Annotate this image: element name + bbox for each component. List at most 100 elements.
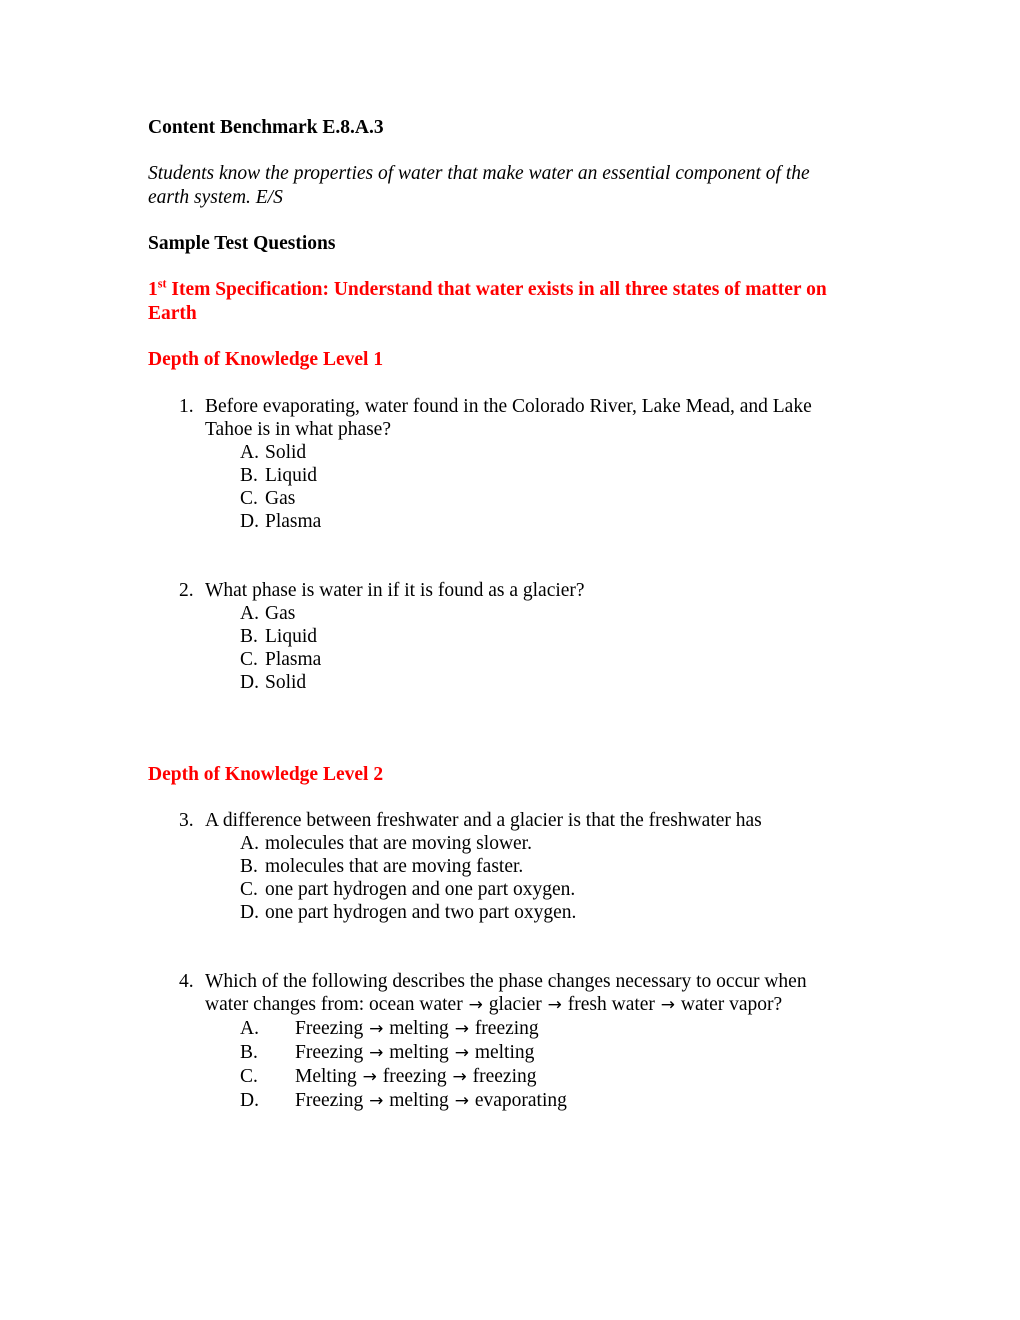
question-1-option-c[interactable]: C. Gas (148, 487, 850, 510)
option-text: Melting → freezing → freezing (295, 1066, 537, 1087)
option-step-2: freezing (377, 1066, 452, 1087)
question-4-option-d[interactable]: D. Freezing → melting → evaporating (148, 1089, 850, 1113)
option-letter: D. (240, 902, 259, 923)
option-step-3: evaporating (469, 1090, 567, 1111)
option-step-1: Freezing (295, 1042, 369, 1063)
question-1-text: Before evaporating, water found in the C… (205, 395, 812, 440)
option-letter: A. (240, 833, 259, 854)
item-specification-heading: 1st Item Specification: Understand that … (148, 277, 854, 325)
option-letter: B. (240, 856, 258, 877)
option-letter: D. (240, 671, 259, 693)
option-step-2: melting (384, 1042, 454, 1063)
question-1-number: 1. (179, 395, 194, 417)
dok-level-2-heading: Depth of Knowledge Level 2 (148, 763, 384, 785)
option-text: one part hydrogen and two part oxygen. (265, 902, 577, 923)
question-3-number: 3. (179, 810, 194, 831)
question-3-option-c[interactable]: C. one part hydrogen and one part oxygen… (148, 878, 850, 901)
option-letter: B. (240, 464, 258, 486)
question-4: 4. Which of the following describes the … (148, 970, 850, 1113)
document-page: Content Benchmark E.8.A.3 Students know … (0, 0, 1020, 1320)
option-letter: C. (240, 879, 258, 900)
question-4-option-b[interactable]: B. Freezing → melting → melting (148, 1041, 850, 1065)
question-1-option-a[interactable]: A. Solid (148, 441, 850, 464)
right-arrow-icon: → (362, 1067, 377, 1087)
option-text: Liquid (265, 625, 317, 647)
option-text: molecules that are moving slower. (265, 833, 532, 854)
option-text: one part hydrogen and one part oxygen. (265, 879, 576, 900)
question-3-options: A. molecules that are moving slower. B. … (148, 832, 850, 924)
question-2-option-b[interactable]: B. Liquid (148, 625, 850, 648)
sample-test-questions-heading: Sample Test Questions (148, 233, 336, 254)
option-text: Gas (265, 487, 296, 509)
question-2-option-d[interactable]: D. Solid (148, 671, 850, 694)
question-1-options: A. Solid B. Liquid C. Gas D. Plasma (148, 441, 850, 533)
option-step-2: melting (384, 1018, 454, 1039)
q4-text-part-3: fresh water (562, 994, 660, 1015)
option-letter: B. (240, 1042, 258, 1063)
question-2-option-c[interactable]: C. Plasma (148, 648, 850, 671)
question-3: 3. A difference between freshwater and a… (148, 809, 850, 924)
question-1-option-b[interactable]: B. Liquid (148, 464, 850, 487)
question-3-option-d[interactable]: D. one part hydrogen and two part oxygen… (148, 901, 850, 924)
question-3-option-a[interactable]: A. molecules that are moving slower. (148, 832, 850, 855)
option-letter: D. (240, 1090, 259, 1111)
question-1-option-d[interactable]: D. Plasma (148, 510, 850, 533)
option-letter: C. (240, 1066, 258, 1087)
right-arrow-icon: → (369, 1019, 384, 1039)
option-text: Solid (265, 441, 307, 463)
option-text: Plasma (265, 510, 322, 532)
right-arrow-icon: → (369, 1043, 384, 1063)
question-2-number: 2. (179, 579, 194, 601)
option-text: Liquid (265, 464, 317, 486)
option-letter: A. (240, 441, 259, 463)
option-letter: C. (240, 487, 258, 509)
question-2-text: What phase is water in if it is found as… (205, 579, 585, 601)
option-letter: A. (240, 1018, 259, 1039)
right-arrow-icon: → (660, 995, 676, 1015)
question-4-option-a[interactable]: A. Freezing → melting → freezing (148, 1017, 850, 1041)
right-arrow-icon: → (547, 995, 562, 1015)
option-step-1: Freezing (295, 1018, 369, 1039)
option-text: Plasma (265, 648, 322, 670)
option-text: Freezing → melting → evaporating (295, 1090, 567, 1111)
benchmark-statement: Students know the properties of water th… (148, 163, 810, 208)
question-2-options: A. Gas B. Liquid C. Plasma D. Solid (148, 602, 850, 694)
question-4-options: A. Freezing → melting → freezing B. Free… (148, 1017, 850, 1113)
option-step-3: freezing (467, 1066, 537, 1087)
question-2: 2. What phase is water in if it is found… (148, 579, 850, 694)
question-4-text: Which of the following describes the pha… (205, 970, 850, 1017)
right-arrow-icon: → (369, 1091, 384, 1111)
option-letter: D. (240, 510, 259, 532)
option-step-2: melting (384, 1090, 454, 1111)
option-letter: C. (240, 648, 258, 670)
question-3-option-b[interactable]: B. molecules that are moving faster. (148, 855, 850, 878)
option-text: Solid (265, 671, 307, 693)
option-letter: A. (240, 602, 259, 624)
question-2-option-a[interactable]: A. Gas (148, 602, 850, 625)
option-step-3: melting (469, 1042, 535, 1063)
option-text: Freezing → melting → melting (295, 1042, 534, 1063)
question-4-option-c[interactable]: C. Melting → freezing → freezing (148, 1065, 850, 1089)
option-text: Freezing → melting → freezing (295, 1018, 539, 1039)
option-text: Gas (265, 602, 296, 624)
question-1-prompt: 1. Before evaporating, water found in th… (148, 395, 850, 441)
item-spec-ordinal: 1 (148, 279, 158, 300)
right-arrow-icon: → (452, 1067, 467, 1087)
option-step-1: Freezing (295, 1090, 369, 1111)
q4-text-part-4: water vapor? (676, 994, 783, 1015)
right-arrow-icon: → (468, 995, 483, 1015)
question-4-prompt: 4. Which of the following describes the … (148, 970, 850, 1017)
question-3-prompt: 3. A difference between freshwater and a… (148, 809, 850, 832)
right-arrow-icon: → (454, 1019, 469, 1039)
item-spec-label: Item Specification: Understand that wate… (148, 279, 827, 324)
page-title: Content Benchmark E.8.A.3 (148, 117, 384, 138)
